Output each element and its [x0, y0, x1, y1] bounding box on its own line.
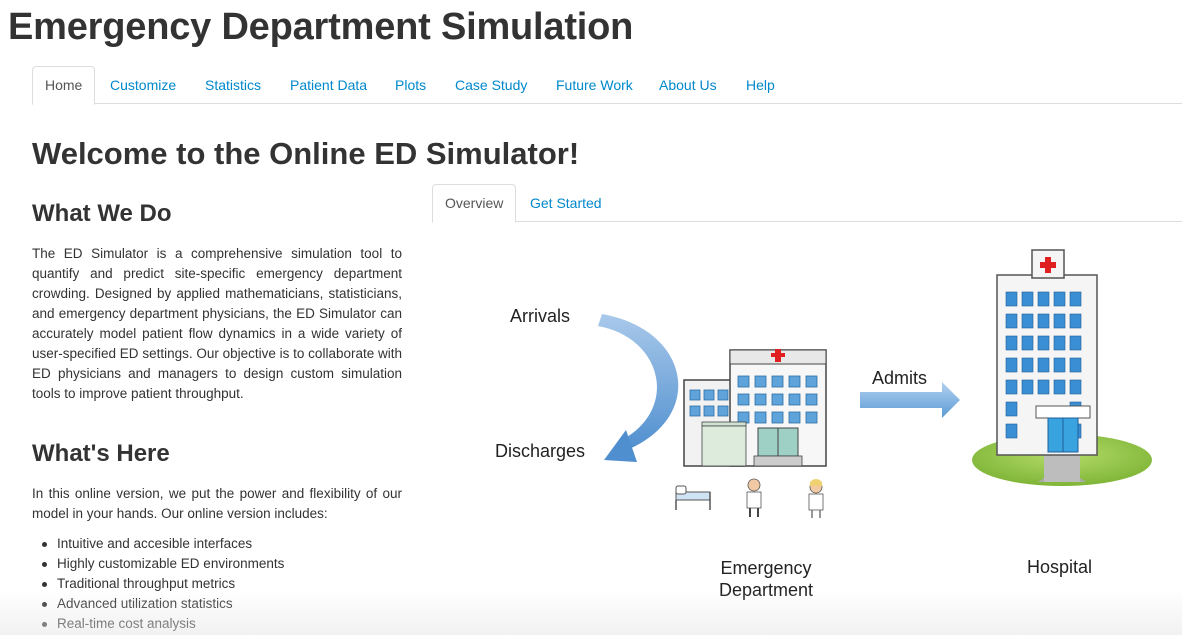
hospital-icon: [972, 249, 1152, 486]
doctor-icon: [746, 478, 762, 517]
page-title: Welcome to the Online ED Simulator!: [32, 136, 580, 171]
list-item: Advanced utilization statistics: [32, 594, 402, 614]
tab-about-us[interactable]: About Us: [647, 66, 729, 104]
tab-patient-data[interactable]: Patient Data: [278, 66, 379, 104]
hospital-bed-icon: [675, 485, 711, 510]
app-title: Emergency Department Simulation: [8, 6, 634, 48]
nurse-icon: [808, 479, 824, 518]
features-list: Intuitive and accesible interfaces Highl…: [32, 534, 402, 634]
emergency-department-label: Emergency Department: [708, 557, 824, 601]
arrivals-label: Arrivals: [510, 306, 571, 326]
what-we-do-text: The ED Simulator is a comprehensive simu…: [32, 246, 402, 401]
hospital-label: Hospital: [1027, 557, 1093, 577]
emergency-department-icon: [683, 349, 827, 467]
tab-home[interactable]: Home: [32, 66, 96, 105]
tab-future-work[interactable]: Future Work: [544, 66, 645, 104]
list-item: Highly customizable ED environments: [32, 554, 402, 574]
tab-statistics[interactable]: Statistics: [193, 66, 273, 104]
ed-label-line1: Emergency: [720, 558, 812, 578]
list-item: Traditional throughput metrics: [32, 574, 402, 594]
patient-flow-diagram: Arrivals Discharges Admits Emergency Dep…: [432, 230, 1182, 635]
admits-label: Admits: [872, 368, 928, 388]
list-item: Intuitive and accesible interfaces: [32, 534, 402, 554]
tab-case-study[interactable]: Case Study: [443, 66, 539, 104]
discharges-label: Discharges: [495, 441, 586, 461]
tab-get-started[interactable]: Get Started: [518, 184, 614, 222]
tab-help[interactable]: Help: [734, 66, 787, 104]
whats-here-heading: What's Here: [32, 440, 170, 467]
list-item: Real-time cost analysis: [32, 614, 402, 634]
tab-plots[interactable]: Plots: [383, 66, 438, 104]
curved-arrow-icon: [598, 314, 679, 462]
sub-nav: Overview Get Started: [432, 184, 1182, 223]
main-nav: Home Customize Statistics Patient Data P…: [32, 66, 1182, 105]
whats-here-text: In this online version, we put the power…: [32, 486, 402, 521]
what-we-do-heading: What We Do: [32, 200, 172, 227]
ed-label-line2: Department: [718, 580, 814, 600]
tab-customize[interactable]: Customize: [98, 66, 188, 104]
tab-overview[interactable]: Overview: [432, 184, 517, 223]
